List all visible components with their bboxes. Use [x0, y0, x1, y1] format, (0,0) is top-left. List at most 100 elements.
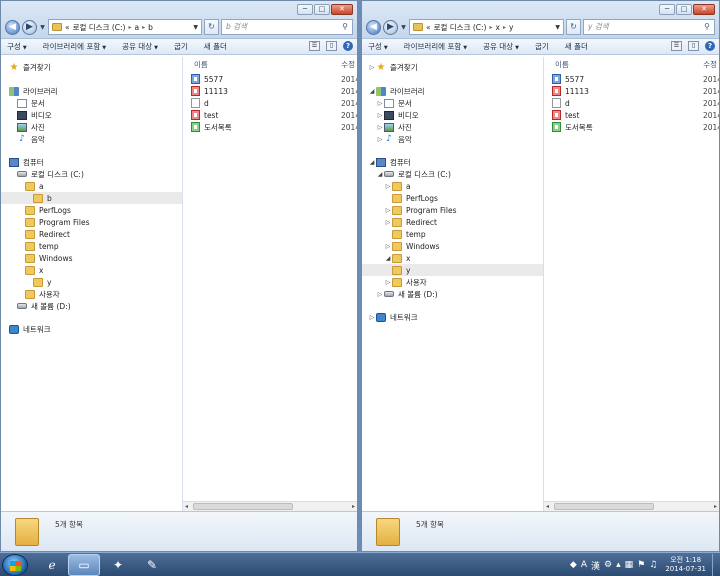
- volume-icon[interactable]: ♫: [649, 560, 657, 570]
- refresh-button[interactable]: ↻: [204, 19, 219, 35]
- maximize-button[interactable]: □: [676, 4, 692, 15]
- column-header-date[interactable]: 수정: [341, 59, 355, 70]
- expand-arrow-icon[interactable]: ▷: [376, 291, 384, 298]
- file-row[interactable]: 도서목록2014: [191, 121, 357, 133]
- tree-folder-b[interactable]: b: [1, 192, 182, 204]
- organize-menu[interactable]: 구성 ▼: [7, 41, 35, 52]
- address-dropdown-icon[interactable]: ▼: [193, 24, 198, 31]
- organize-menu[interactable]: 구성 ▼: [368, 41, 396, 52]
- include-in-library-menu[interactable]: 라이브러리에 포함 ▼: [43, 41, 114, 52]
- network-status-icon[interactable]: ▦: [625, 560, 634, 570]
- tree-pictures[interactable]: ▷ 사진: [376, 121, 412, 133]
- tree-folder-windows[interactable]: ▷ Windows: [384, 240, 439, 252]
- file-row[interactable]: 도서목록2014: [552, 121, 719, 133]
- scroll-thumb[interactable]: [554, 503, 654, 510]
- share-with-menu[interactable]: 공유 대상 ▼: [122, 41, 166, 52]
- column-header-name[interactable]: 이름: [194, 59, 208, 70]
- search-input[interactable]: y 검색 ⚲: [583, 19, 715, 35]
- address-dropdown-icon[interactable]: ▼: [555, 24, 560, 31]
- show-hidden-icons-icon[interactable]: ▴: [616, 560, 621, 570]
- burn-button[interactable]: 굽기: [535, 41, 557, 52]
- file-row[interactable]: 111132014: [191, 85, 357, 97]
- column-header-date[interactable]: 수정: [703, 59, 717, 70]
- breadcrumb-separator-icon[interactable]: ▸: [489, 24, 492, 31]
- tree-folder-redirect[interactable]: Redirect: [25, 228, 70, 240]
- language-bar-icon[interactable]: ◆: [570, 560, 577, 570]
- tree-libraries[interactable]: 라이브러리: [9, 85, 58, 97]
- tree-folder-users[interactable]: ▷ 사용자: [384, 276, 427, 288]
- burn-button[interactable]: 굽기: [174, 41, 196, 52]
- tree-folder-program-files[interactable]: Program Files: [25, 216, 90, 228]
- breadcrumb-separator-icon[interactable]: ▸: [503, 24, 506, 31]
- expand-arrow-icon[interactable]: ▷: [376, 136, 384, 143]
- tree-network[interactable]: 네트워크: [9, 323, 51, 335]
- address-overflow[interactable]: «: [65, 23, 70, 32]
- show-desktop-button[interactable]: [712, 554, 718, 576]
- title-bar[interactable]: ─ □ ✕ ◀ ▶ ▼ « 로컬 디스크 (C:) ▸ a ▸ b ▼ ↻ b …: [1, 1, 357, 39]
- search-input[interactable]: b 검색 ⚲: [221, 19, 353, 35]
- file-list[interactable]: ^ 이름 수정 55772014 111132014 d2014 test201…: [544, 57, 719, 511]
- refresh-button[interactable]: ↻: [566, 19, 581, 35]
- minimize-button[interactable]: ─: [297, 4, 313, 15]
- tree-computer[interactable]: 컴퓨터: [9, 156, 44, 168]
- back-button[interactable]: ◀: [5, 19, 20, 35]
- address-overflow[interactable]: «: [426, 23, 431, 32]
- expand-arrow-icon[interactable]: ▷: [376, 112, 384, 119]
- tree-local-disk-c[interactable]: 로컬 디스크 (C:): [17, 168, 84, 180]
- breadcrumb-drive[interactable]: 로컬 디스크 (C:): [434, 22, 487, 33]
- breadcrumb-b[interactable]: b: [148, 23, 153, 32]
- file-row[interactable]: 55772014: [552, 73, 719, 85]
- tree-folder-perflogs[interactable]: PerfLogs: [25, 204, 71, 216]
- action-center-icon[interactable]: ⚑: [637, 560, 645, 570]
- tree-computer[interactable]: ◢ 컴퓨터: [368, 156, 411, 168]
- recent-pages-chevron-icon[interactable]: ▼: [400, 24, 407, 31]
- taskbar-pin-app-icon[interactable]: ✦: [102, 554, 134, 576]
- tree-network[interactable]: ▷ 네트워크: [368, 311, 418, 323]
- file-row[interactable]: 55772014: [191, 73, 357, 85]
- help-icon[interactable]: ?: [343, 41, 353, 51]
- horizontal-scrollbar[interactable]: ◂ ▸: [544, 501, 719, 511]
- breadcrumb-y[interactable]: y: [509, 23, 513, 32]
- breadcrumb-separator-icon[interactable]: ▸: [128, 24, 131, 31]
- tree-videos[interactable]: ▷ 비디오: [376, 109, 419, 121]
- file-row[interactable]: test2014: [552, 109, 719, 121]
- scroll-thumb[interactable]: [193, 503, 293, 510]
- tree-folder-y[interactable]: y: [362, 264, 543, 276]
- address-bar[interactable]: « 로컬 디스크 (C:) ▸ x ▸ y ▼: [409, 19, 564, 35]
- expand-arrow-icon[interactable]: ▷: [368, 314, 376, 321]
- tree-pictures[interactable]: 사진: [17, 121, 45, 133]
- column-header-name[interactable]: 이름: [555, 59, 569, 70]
- breadcrumb-separator-icon[interactable]: ▸: [142, 24, 145, 31]
- share-with-menu[interactable]: 공유 대상 ▼: [483, 41, 527, 52]
- tree-folder-temp[interactable]: temp: [25, 240, 59, 252]
- tree-folder-users[interactable]: 사용자: [25, 288, 60, 300]
- tree-folder-temp[interactable]: temp: [392, 228, 426, 240]
- expand-arrow-icon[interactable]: ▷: [384, 183, 392, 190]
- tree-new-volume-d[interactable]: ▷ 새 볼륨 (D:): [376, 288, 438, 300]
- tree-documents[interactable]: ▷ 문서: [376, 97, 412, 109]
- expand-arrow-icon[interactable]: ▷: [384, 207, 392, 214]
- tree-folder-program-files[interactable]: ▷ Program Files: [384, 204, 457, 216]
- new-folder-button[interactable]: 새 폴더: [204, 41, 235, 52]
- tree-folder-x[interactable]: ◢ x: [384, 252, 410, 264]
- tree-documents[interactable]: 문서: [17, 97, 45, 109]
- tree-music[interactable]: ▷ ♪ 음악: [376, 133, 412, 145]
- system-clock[interactable]: 오전 1:18 2014-07-31: [665, 556, 706, 574]
- collapse-arrow-icon[interactable]: ◢: [368, 159, 376, 166]
- scroll-left-icon[interactable]: ◂: [546, 502, 549, 511]
- horizontal-scrollbar[interactable]: ◂ ▸: [183, 501, 357, 511]
- forward-button[interactable]: ▶: [22, 19, 37, 35]
- address-bar[interactable]: « 로컬 디스크 (C:) ▸ a ▸ b ▼: [48, 19, 202, 35]
- file-row[interactable]: 111132014: [552, 85, 719, 97]
- tree-favorites[interactable]: ▷ ★ 즐겨찾기: [368, 61, 418, 73]
- expand-arrow-icon[interactable]: ▷: [384, 279, 392, 286]
- minimize-button[interactable]: ─: [659, 4, 675, 15]
- scroll-left-icon[interactable]: ◂: [185, 502, 188, 511]
- close-button[interactable]: ✕: [693, 4, 715, 15]
- tree-music[interactable]: ♪ 음악: [17, 133, 45, 145]
- tree-folder-a[interactable]: ▷ a: [384, 180, 411, 192]
- collapse-arrow-icon[interactable]: ◢: [384, 255, 392, 262]
- title-bar[interactable]: ─ □ ✕ ◀ ▶ ▼ « 로컬 디스크 (C:) ▸ x ▸ y ▼ ↻ y …: [362, 1, 719, 39]
- ime-settings-icon[interactable]: ⚙: [604, 560, 612, 570]
- taskbar-file-explorer-icon[interactable]: ▭: [68, 554, 100, 576]
